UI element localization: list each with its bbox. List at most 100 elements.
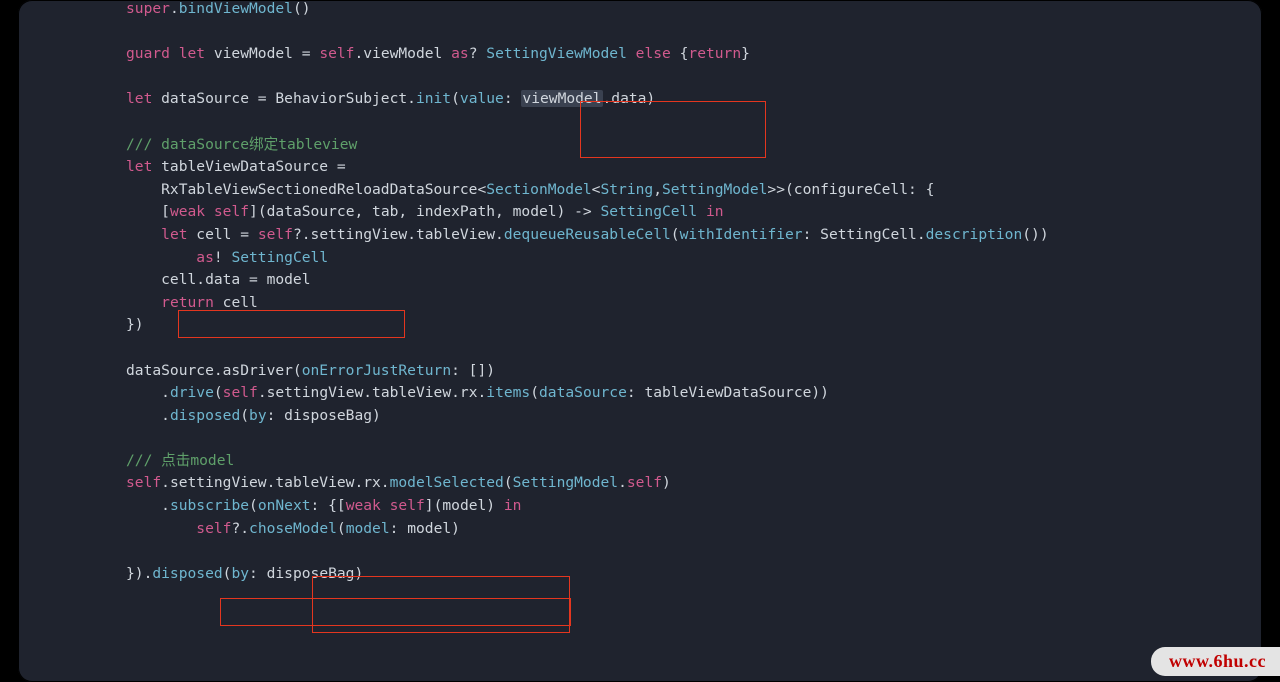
code-token: return [688, 45, 741, 62]
code-token: self [196, 520, 231, 537]
code-token: cell = [188, 226, 258, 243]
code-token: cell [214, 294, 258, 311]
code-token: else [636, 45, 671, 62]
code-token: as [196, 249, 214, 266]
code-token: self [126, 474, 161, 491]
code-token: : []) [451, 362, 495, 379]
code-token: ( [240, 407, 249, 424]
code-token: as [451, 45, 469, 62]
code-token: choseModel [249, 520, 337, 537]
code-token: String [600, 181, 653, 198]
code-token: .viewModel [354, 45, 451, 62]
code-token: dataSource.asDriver( [126, 362, 302, 379]
code-token: () [293, 0, 311, 17]
code-token: ?.settingView.tableView. [293, 226, 504, 243]
code-token: value [460, 90, 504, 107]
code-token: }) [126, 316, 144, 333]
code-token: in [706, 203, 724, 220]
code-token: items [486, 384, 530, 401]
code-token: . [126, 497, 170, 514]
code-token: in [504, 497, 522, 514]
code-token: drive [170, 384, 214, 401]
code-token: self [223, 384, 258, 401]
code-token: . [126, 407, 170, 424]
code-token [126, 249, 196, 266]
code-token: cell.data = model [126, 271, 311, 288]
code-token: : disposeBag) [249, 565, 363, 582]
code-token: ? [469, 45, 487, 62]
code-token: SettingModel [662, 181, 767, 198]
code-token: modelSelected [390, 474, 504, 491]
code-token [627, 45, 636, 62]
code-token: ](dataSource, tab, indexPath, model) -> [249, 203, 600, 220]
code-token: self [390, 497, 425, 514]
code-token: ( [337, 520, 346, 537]
code-token: let [126, 158, 152, 175]
code-token: ](model) [425, 497, 504, 514]
code-token: self [214, 203, 249, 220]
watermark-badge: www.6hu.cc [1151, 647, 1280, 676]
code-token [126, 226, 161, 243]
code-token: disposed [170, 407, 240, 424]
code-token: SettingCell [601, 203, 698, 220]
code-token: model [346, 520, 390, 537]
code-token [697, 203, 706, 220]
code-comment: /// 点击model [126, 452, 234, 469]
code-token: } [741, 45, 750, 62]
code-token: tableViewDataSource = [152, 158, 345, 175]
code-token: : tableViewDataSource)) [627, 384, 829, 401]
code-token: init [416, 90, 451, 107]
code-token: ?. [231, 520, 249, 537]
code-token: RxTableViewSectionedReloadDataSource< [126, 181, 486, 198]
code-token: disposed [152, 565, 222, 582]
code-token: withIdentifier [680, 226, 803, 243]
code-token: dataSource = BehaviorSubject. [152, 90, 416, 107]
code-token: { [671, 45, 689, 62]
code-token: ) [662, 474, 671, 491]
code-token: ()) [1022, 226, 1048, 243]
code-token: . [618, 474, 627, 491]
code-token: ( [530, 384, 539, 401]
code-token: onNext [258, 497, 311, 514]
code-token: guard let [126, 45, 205, 62]
code-block[interactable]: super.bindViewModel() guard let viewMode… [18, 0, 1262, 585]
code-token: self [319, 45, 354, 62]
code-token: ( [249, 497, 258, 514]
code-token: return [161, 294, 214, 311]
code-token: description [926, 226, 1023, 243]
code-token: SettingViewModel [486, 45, 627, 62]
code-token: ( [451, 90, 460, 107]
code-token: onErrorJustReturn [302, 362, 451, 379]
code-token: viewModel = [205, 45, 319, 62]
code-token [381, 497, 390, 514]
code-token: by [249, 407, 267, 424]
code-token: }). [126, 565, 152, 582]
code-token: .settingView.tableView.rx. [258, 384, 486, 401]
code-token: ( [671, 226, 680, 243]
code-token: : SettingCell. [803, 226, 926, 243]
code-token: [ [126, 203, 170, 220]
code-token: : {[ [311, 497, 346, 514]
annotation-box-4 [220, 598, 571, 626]
code-token: self [258, 226, 293, 243]
code-comment: /// dataSource绑定tableview [126, 136, 357, 153]
code-token: weak [170, 203, 205, 220]
code-editor-pane: super.bindViewModel() guard let viewMode… [18, 0, 1262, 682]
code-token [205, 203, 214, 220]
code-token: . [170, 0, 179, 17]
code-token: super [126, 0, 170, 17]
code-token: ! [214, 249, 232, 266]
code-token: let [126, 90, 152, 107]
code-token: ( [214, 384, 223, 401]
code-token: SettingModel [513, 474, 618, 491]
code-token: subscribe [170, 497, 249, 514]
code-token: ( [504, 474, 513, 491]
code-token: self [627, 474, 662, 491]
code-token [126, 294, 161, 311]
code-token: SectionModel [486, 181, 591, 198]
code-token: : [504, 90, 522, 107]
code-highlighted: viewModel [521, 90, 602, 107]
code-token: by [231, 565, 249, 582]
code-token: SettingCell [231, 249, 328, 266]
code-token: . [126, 384, 170, 401]
